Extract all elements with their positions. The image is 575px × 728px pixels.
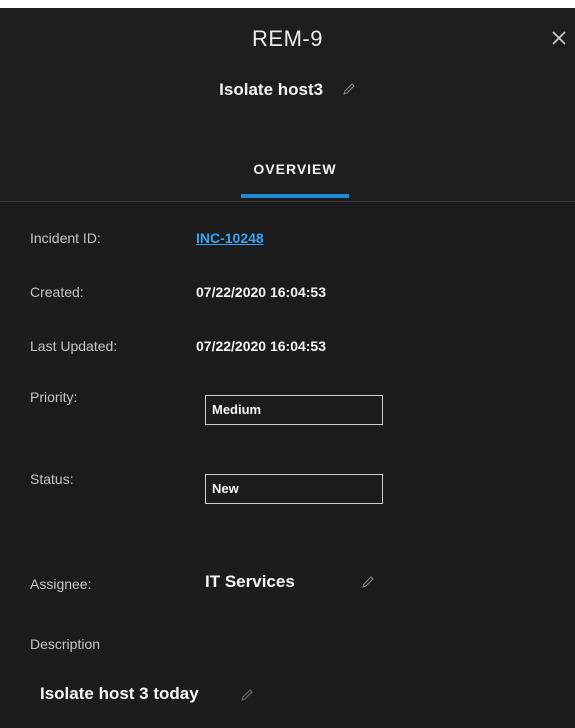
record-id: REM-9 — [252, 26, 323, 51]
edit-description-button[interactable] — [240, 688, 254, 707]
close-icon — [552, 31, 566, 45]
edit-title-button[interactable] — [342, 81, 356, 101]
status-label: Status: — [30, 471, 74, 487]
active-tab-indicator — [241, 194, 349, 198]
priority-label: Priority: — [30, 389, 78, 405]
title-row: Isolate host3 — [0, 80, 575, 101]
incident-id-label: Incident ID: — [30, 230, 101, 246]
description-value: Isolate host 3 today — [40, 684, 199, 703]
close-button[interactable] — [549, 28, 569, 48]
created-value: 07/22/2020 16:04:53 — [196, 284, 326, 300]
created-label: Created: — [30, 284, 84, 300]
incident-id-link[interactable]: INC-10248 — [196, 230, 264, 246]
status-select[interactable]: New — [205, 474, 383, 504]
priority-select[interactable]: Medium — [205, 395, 383, 425]
tab-overview[interactable]: OVERVIEW — [241, 156, 349, 201]
assignee-label: Assignee: — [30, 576, 92, 592]
description-label: Description — [30, 636, 101, 652]
record-title: Isolate host3 — [219, 80, 324, 99]
incident-id-value-wrap: INC-10248 — [196, 230, 264, 246]
pencil-icon — [362, 576, 374, 588]
tab-overview-label: OVERVIEW — [253, 161, 337, 177]
assignee-value: IT Services — [205, 572, 295, 591]
panel-header: REM-9 Isolate host3 OVERVIEW — [0, 8, 575, 202]
last-updated-label: Last Updated: — [30, 338, 118, 354]
edit-assignee-button[interactable] — [361, 575, 375, 594]
pencil-icon — [343, 82, 355, 95]
pencil-icon — [241, 689, 253, 701]
last-updated-value: 07/22/2020 16:04:53 — [196, 338, 326, 354]
details-panel: REM-9 Isolate host3 OVERVIEW Incident ID… — [0, 8, 575, 728]
